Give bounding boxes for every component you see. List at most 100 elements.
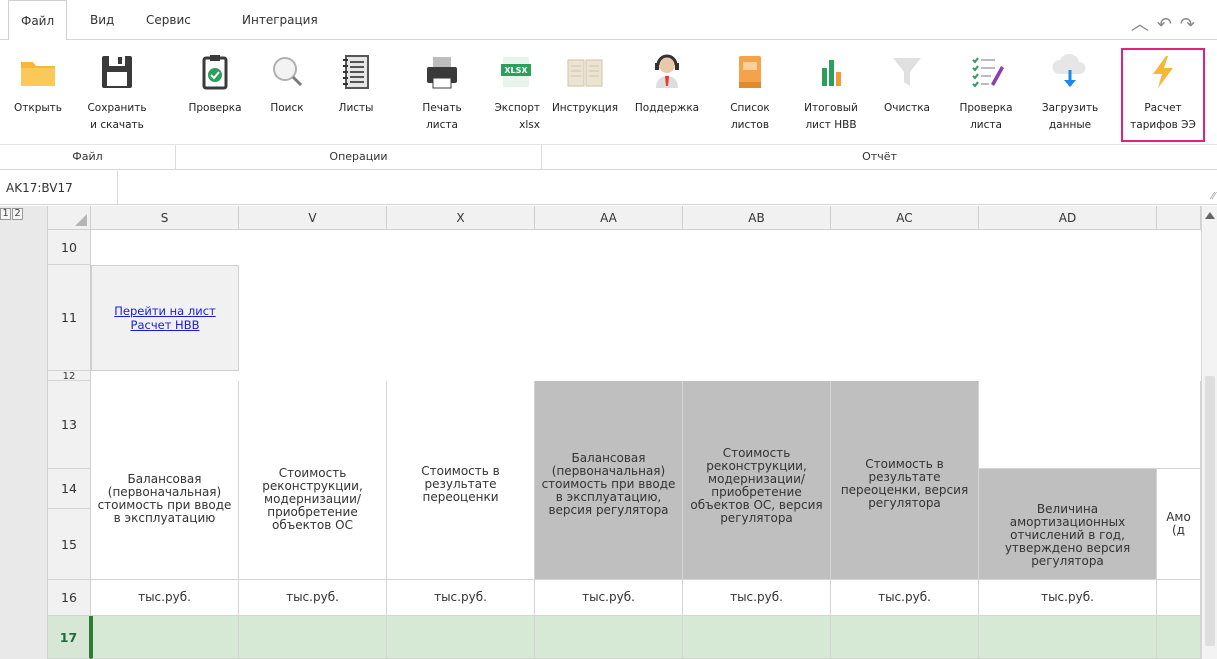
col-header-ab[interactable]: AB <box>683 206 831 230</box>
unit-cell-aa[interactable]: тыс.руб. <box>535 580 683 616</box>
outline-level-2[interactable]: 2 <box>12 208 23 220</box>
formula-bar: AK17:BV17 ⁄⁄ <box>0 171 1217 205</box>
load-data-label-2: данные <box>1048 119 1092 131</box>
unit-cell-ab[interactable]: тыс.руб. <box>683 580 831 616</box>
summary-label-2: лист НВВ <box>805 119 857 131</box>
header-cell-ab[interactable]: Стоимость реконструкции, модернизации/пр… <box>683 381 831 580</box>
menu-bar: Файл Вид Сервис Интеграция ︿↶↷ <box>0 0 1217 41</box>
name-box[interactable]: AK17:BV17 <box>0 171 118 205</box>
unit-cell-x[interactable]: тыс.руб. <box>387 580 535 616</box>
header-cell-s[interactable]: Балансовая (первоначальная) стоимость пр… <box>91 381 239 580</box>
tab-service[interactable]: Сервис <box>134 0 203 40</box>
open-button[interactable]: Открыть <box>8 40 68 144</box>
unit-cell-s[interactable]: тыс.руб. <box>91 580 239 616</box>
sheets-button[interactable]: Листы <box>326 40 386 144</box>
scroll-thumb[interactable] <box>1205 376 1215 646</box>
header-cell-aa[interactable]: Балансовая (первоначальная) стоимость пр… <box>535 381 683 580</box>
header-cell-x[interactable]: Стоимость в результате переоценки <box>387 381 535 580</box>
col-header-partial[interactable] <box>1157 206 1201 230</box>
sheet-list-label: Список <box>730 102 770 114</box>
notebook-icon <box>343 55 369 89</box>
col-header-ad[interactable]: AD <box>979 206 1157 230</box>
load-data-button[interactable]: Загрузить данные <box>1036 40 1104 144</box>
tab-view[interactable]: Вид <box>78 0 126 40</box>
instruction-button[interactable]: Инструкция <box>550 40 620 144</box>
col-header-ac[interactable]: AC <box>831 206 979 230</box>
highlight-box <box>1121 48 1205 142</box>
export-xlsx-button[interactable]: XLSX Экспорт xlsx <box>490 40 542 144</box>
group-label-operations: Операции <box>329 150 388 163</box>
header-cell-ad[interactable]: Величина амортизационных отчислений в го… <box>979 469 1157 580</box>
bar-chart-icon <box>822 60 841 86</box>
checklist-icon <box>972 57 1004 88</box>
select-all-corner[interactable] <box>48 206 91 230</box>
save-download-button[interactable]: Сохранить и скачать <box>82 40 152 144</box>
col-header-x[interactable]: X <box>387 206 535 230</box>
row-header-14[interactable]: 14 <box>48 469 91 509</box>
input-cell-ad[interactable] <box>979 616 1157 659</box>
row-header-13[interactable]: 13 <box>48 381 91 469</box>
col-header-s[interactable]: S <box>91 206 239 230</box>
header-cell-ac[interactable]: Стоимость в результате переоценки, верси… <box>831 381 979 580</box>
instruction-label: Инструкция <box>551 102 619 114</box>
window-controls: ︿↶↷ <box>1131 10 1203 36</box>
folder-icon <box>21 62 55 86</box>
tab-integration[interactable]: Интеграция <box>230 0 330 40</box>
tab-file[interactable]: Файл <box>8 0 68 41</box>
search-button[interactable]: Поиск <box>262 40 312 144</box>
group-label-report: Отчёт <box>862 150 897 163</box>
col-header-v[interactable]: V <box>239 206 387 230</box>
row-header-10[interactable]: 10 <box>48 230 91 265</box>
row-header-11[interactable]: 11 <box>48 265 91 371</box>
outline-level-buttons: 12 <box>0 208 24 220</box>
header-cell-v[interactable]: Стоимость реконструкции, модернизации/пр… <box>239 381 387 580</box>
headset-icon <box>655 54 679 88</box>
collapse-ribbon-icon[interactable]: ︿ <box>1131 14 1157 35</box>
spreadsheet-grid: 12 S V X AA AB AC AD 10 11 12 13 14 15 1… <box>0 206 1217 659</box>
header-cell-partial[interactable]: Амо (д <box>1157 469 1201 580</box>
search-label: Поиск <box>270 102 304 114</box>
svg-text:XLSX: XLSX <box>504 66 528 75</box>
input-cell-s[interactable] <box>91 616 239 659</box>
check-sheet-label: Проверка <box>959 102 1013 114</box>
summary-nvv-button[interactable]: Итоговый лист НВВ <box>798 40 864 144</box>
input-cell-v[interactable] <box>239 616 387 659</box>
col-header-aa[interactable]: AA <box>535 206 683 230</box>
export-label: Экспорт <box>494 102 540 114</box>
search-icon <box>273 57 303 87</box>
resize-grip-icon[interactable]: ⁄⁄ <box>1212 191 1215 202</box>
sheet-list-button[interactable]: Список листов <box>720 40 780 144</box>
unit-cell-v[interactable]: тыс.руб. <box>239 580 387 616</box>
row-header-17[interactable]: 17 <box>48 616 91 659</box>
input-cell-ac[interactable] <box>831 616 979 659</box>
group-label-file: Файл <box>72 150 103 163</box>
input-cell-ab[interactable] <box>683 616 831 659</box>
go-to-nvv-link[interactable]: Перейти на лист Расчет НВВ <box>114 304 215 332</box>
print-label: Печать <box>422 102 462 114</box>
unit-cell-ad[interactable]: тыс.руб. <box>979 580 1157 616</box>
undo-icon[interactable]: ↶ <box>1157 14 1180 35</box>
input-cell-aa[interactable] <box>535 616 683 659</box>
outline-level-1[interactable]: 1 <box>0 208 11 220</box>
row-header-15[interactable]: 15 <box>48 509 91 580</box>
scroll-up-icon[interactable] <box>1205 212 1215 219</box>
load-data-label: Загрузить <box>1041 102 1099 114</box>
filter-icon <box>893 58 921 86</box>
clear-button[interactable]: Очистка <box>876 40 938 144</box>
link-cell[interactable]: Перейти на лист Расчет НВВ <box>91 265 239 371</box>
row-header-12[interactable]: 12 <box>48 371 91 381</box>
header-cell-ad-top[interactable] <box>979 381 1201 469</box>
check-button[interactable]: Проверка <box>184 40 246 144</box>
print-sheet-button[interactable]: Печать листа <box>412 40 472 144</box>
unit-cell-partial[interactable] <box>1157 580 1201 616</box>
unit-cell-ac[interactable]: тыс.руб. <box>831 580 979 616</box>
printer-icon <box>427 57 457 89</box>
redo-icon[interactable]: ↷ <box>1180 14 1203 35</box>
open-label: Открыть <box>14 102 62 114</box>
check-sheet-button[interactable]: Проверка листа <box>956 40 1016 144</box>
input-cell-partial[interactable] <box>1157 616 1201 659</box>
row-header-16[interactable]: 16 <box>48 580 91 616</box>
vertical-scrollbar[interactable] <box>1201 206 1217 659</box>
support-button[interactable]: Поддержка <box>626 40 708 144</box>
input-cell-x[interactable] <box>387 616 535 659</box>
